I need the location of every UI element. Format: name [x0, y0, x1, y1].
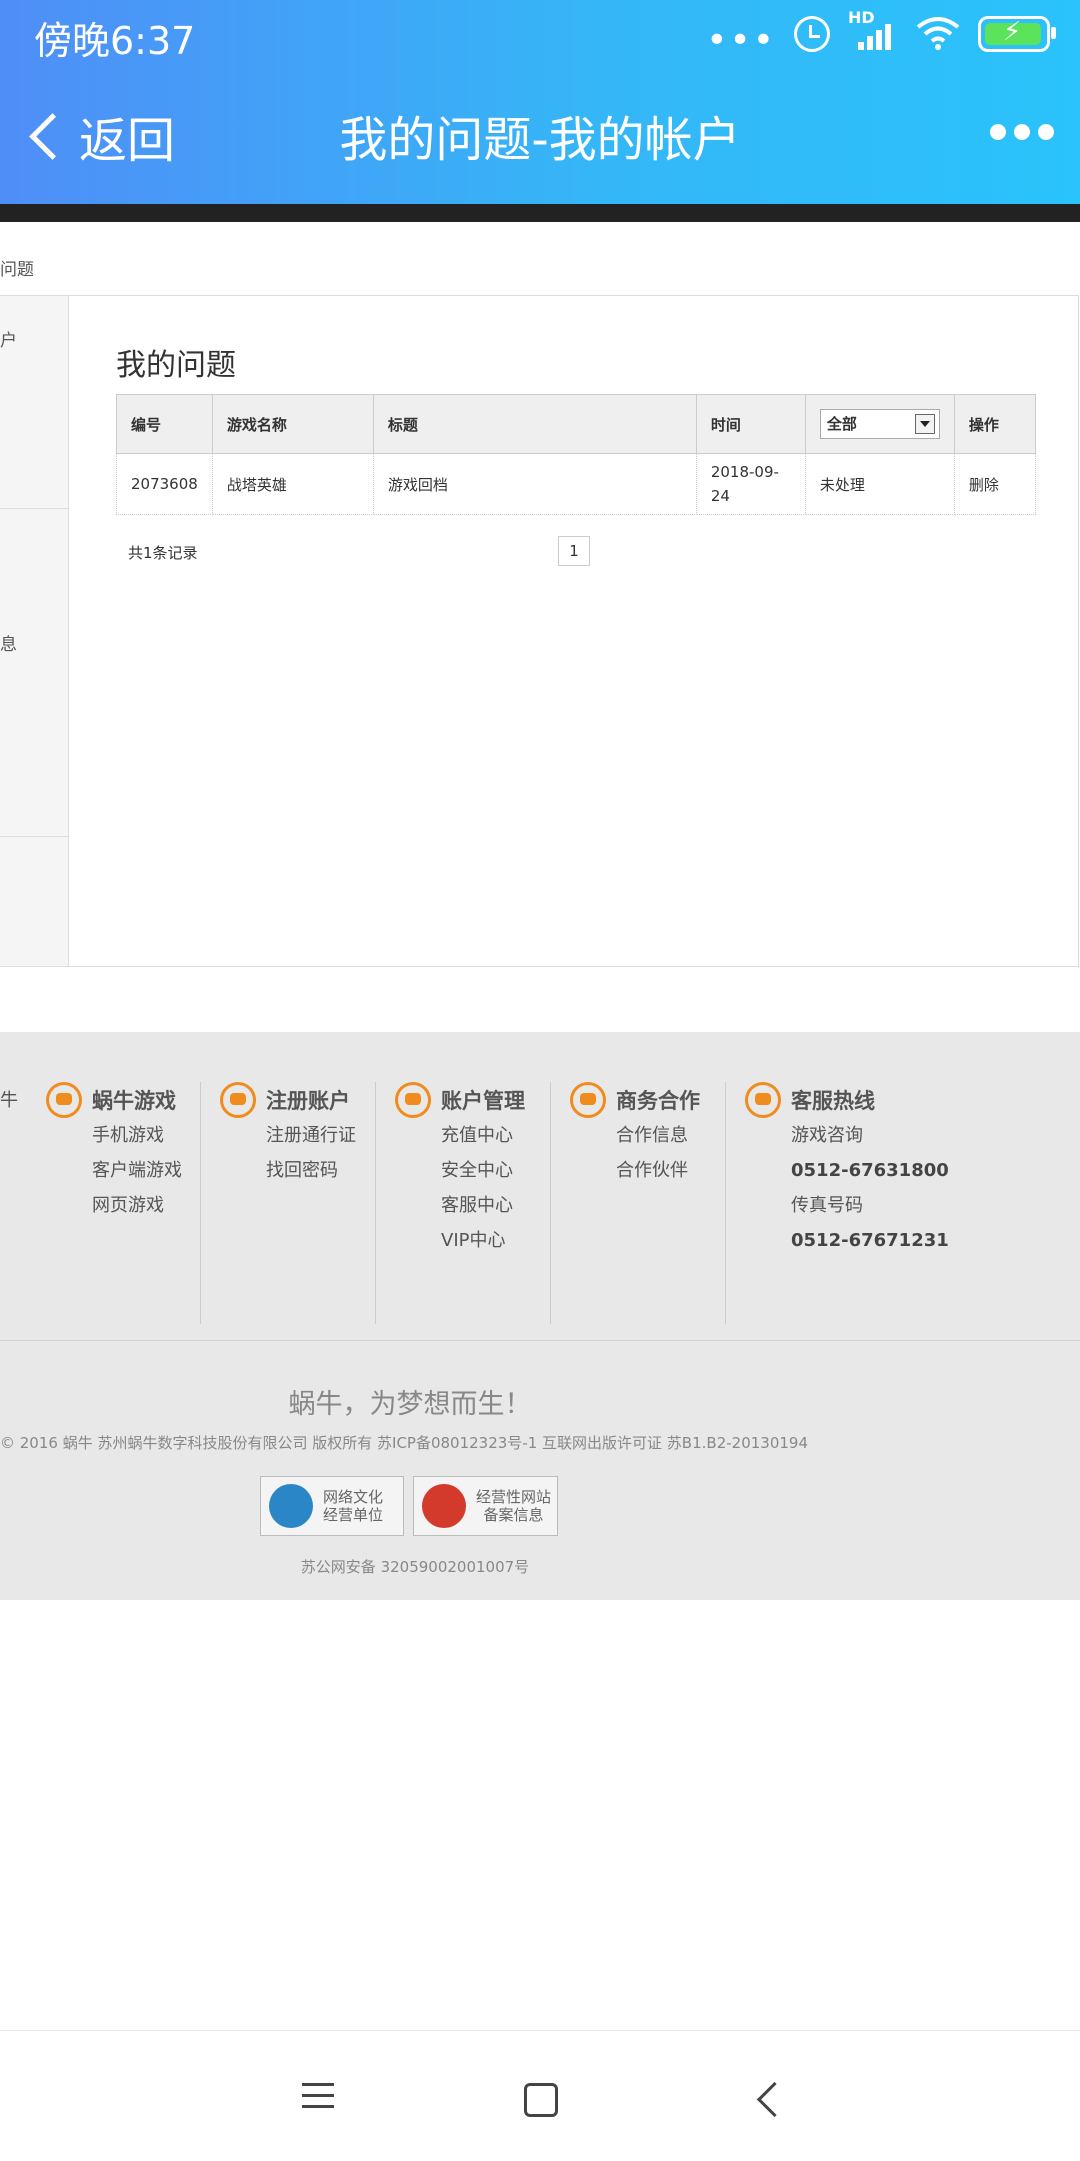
- col-action: 操作: [953, 394, 1036, 454]
- hotline-number: 0512-67631800: [791, 1160, 949, 1181]
- footer-col-title: 注册账户: [266, 1089, 350, 1113]
- badge-line: 经营性网站: [476, 1488, 552, 1506]
- dropdown-arrow-icon: [914, 414, 935, 434]
- culture-badge[interactable]: 网络文化 经营单位: [260, 1476, 404, 1536]
- record-count: 共1条记录: [128, 544, 198, 562]
- footer-link[interactable]: VIP中心: [441, 1223, 550, 1258]
- cell-game: 战塔英雄: [211, 453, 374, 515]
- footer-divider: [0, 1340, 1080, 1341]
- police-badge-icon: [422, 1484, 466, 1528]
- menu-icon[interactable]: [302, 2083, 334, 2116]
- app-header: 傍晚6:37 ••• HD ⚡ 返回 我的问题-我的帐户: [0, 0, 1080, 204]
- footer-link[interactable]: 注册通行证: [266, 1118, 375, 1153]
- badge-line: 经营单位: [323, 1506, 384, 1524]
- footer-link[interactable]: 合作伙伴: [616, 1153, 725, 1188]
- sidebar-item-fragment[interactable]: 户: [0, 326, 17, 351]
- section-title: 我的问题: [116, 348, 236, 383]
- footer-col-title: 蜗牛游戏: [92, 1089, 176, 1113]
- system-nav-bar: [0, 2030, 1080, 2161]
- home-icon[interactable]: [524, 2083, 558, 2117]
- footer-link[interactable]: 客服中心: [441, 1188, 550, 1223]
- beian-text: 苏公网安备 32059002001007号: [300, 1558, 530, 1576]
- status-time: 傍晚6:37: [34, 19, 196, 63]
- copyright-text: © 2016 蜗牛 苏州蜗牛数字科技股份有限公司 版权所有 苏ICP备08012…: [0, 1434, 808, 1452]
- more-options-icon[interactable]: [990, 124, 1054, 140]
- site-nav-strip: [0, 204, 1080, 222]
- col-title: 标题: [372, 394, 697, 454]
- footer-link[interactable]: 安全中心: [441, 1153, 550, 1188]
- footer-link[interactable]: 客户端游戏: [92, 1153, 200, 1188]
- handshake-icon: [570, 1082, 606, 1118]
- alarm-icon: [794, 16, 830, 52]
- footer-col-account: 账户管理 充值中心 安全中心 客服中心 VIP中心: [375, 1082, 551, 1324]
- back-icon[interactable]: [756, 2081, 793, 2118]
- footer-slogan: 蜗牛，为梦想而生！: [288, 1389, 532, 1420]
- site-footer: 牛 蜗牛游戏 手机游戏 客户端游戏 网页游戏 注册账户 注册通行证 找回密码 账…: [0, 1032, 1080, 1600]
- footer-link[interactable]: 找回密码: [266, 1153, 375, 1188]
- page-title: 我的问题-我的帐户: [339, 112, 741, 168]
- status-filter-select[interactable]: 全部: [819, 409, 940, 439]
- footer-col-title: 客服热线: [791, 1089, 875, 1113]
- delete-link[interactable]: 删除: [953, 453, 1036, 515]
- badge-line: 备案信息: [483, 1506, 544, 1524]
- culture-badge-icon: [269, 1484, 313, 1528]
- badge-line: 网络文化: [323, 1488, 384, 1506]
- notification-dots-icon: •••: [706, 20, 776, 61]
- col-id: 编号: [116, 394, 213, 454]
- user-add-icon: [220, 1082, 256, 1118]
- gamepad-icon: [46, 1082, 82, 1118]
- cell-title-link[interactable]: 游戏回档: [372, 453, 697, 515]
- status-filter-value: 全部: [826, 415, 857, 433]
- footer-link[interactable]: 网页游戏: [92, 1188, 200, 1223]
- phone-icon: [745, 1082, 781, 1118]
- breadcrumb: 问题: [0, 260, 34, 280]
- col-game: 游戏名称: [211, 394, 374, 454]
- footer-col-register: 注册账户 注册通行证 找回密码: [200, 1082, 376, 1324]
- fax-number: 0512-67671231: [791, 1230, 949, 1251]
- account-sidebar: 户 息: [0, 296, 69, 966]
- status-icons: ••• HD ⚡: [706, 8, 1056, 61]
- footer-link[interactable]: 充值中心: [441, 1118, 550, 1153]
- cell-time: 2018-09-24: [695, 453, 806, 515]
- battery-icon: ⚡: [978, 16, 1056, 52]
- account-panel: 户 息 我的问题 编号 游戏名称 标题 时间 全部 操作 2073608 战塔英…: [0, 295, 1079, 967]
- page-button[interactable]: 1: [558, 536, 590, 566]
- footer-fragment: 牛: [0, 1090, 18, 1111]
- cell-status: 未处理: [804, 453, 955, 515]
- table-row: 2073608 战塔英雄 游戏回档 2018-09-24 未处理 删除: [116, 453, 1036, 515]
- footer-link[interactable]: 手机游戏: [92, 1118, 200, 1153]
- signal-icon: HD: [848, 8, 898, 54]
- col-status: 全部: [804, 394, 955, 454]
- footer-text: 传真号码: [791, 1195, 863, 1216]
- cell-id: 2073608: [116, 453, 213, 515]
- footer-col-title: 账户管理: [441, 1089, 525, 1113]
- filing-badge[interactable]: 经营性网站 备案信息: [413, 1476, 558, 1536]
- wifi-icon: [916, 17, 960, 50]
- sidebar-item-fragment[interactable]: 息: [0, 630, 17, 655]
- col-time: 时间: [695, 394, 806, 454]
- footer-col-business: 商务合作 合作信息 合作伙伴: [550, 1082, 726, 1324]
- footer-col-games: 蜗牛游戏 手机游戏 客户端游戏 网页游戏: [26, 1082, 201, 1324]
- table-header-row: 编号 游戏名称 标题 时间 全部 操作: [116, 394, 1036, 454]
- footer-link[interactable]: 合作信息: [616, 1118, 725, 1153]
- questions-table: 编号 游戏名称 标题 时间 全部 操作 2073608 战塔英雄 游戏回档 20…: [116, 394, 1036, 515]
- user-icon: [395, 1082, 431, 1118]
- footer-text: 游戏咨询: [791, 1125, 863, 1146]
- footer-col-hotline: 客服热线 游戏咨询 0512-67631800 传真号码 0512-676712…: [725, 1082, 965, 1324]
- footer-col-title: 商务合作: [616, 1089, 700, 1113]
